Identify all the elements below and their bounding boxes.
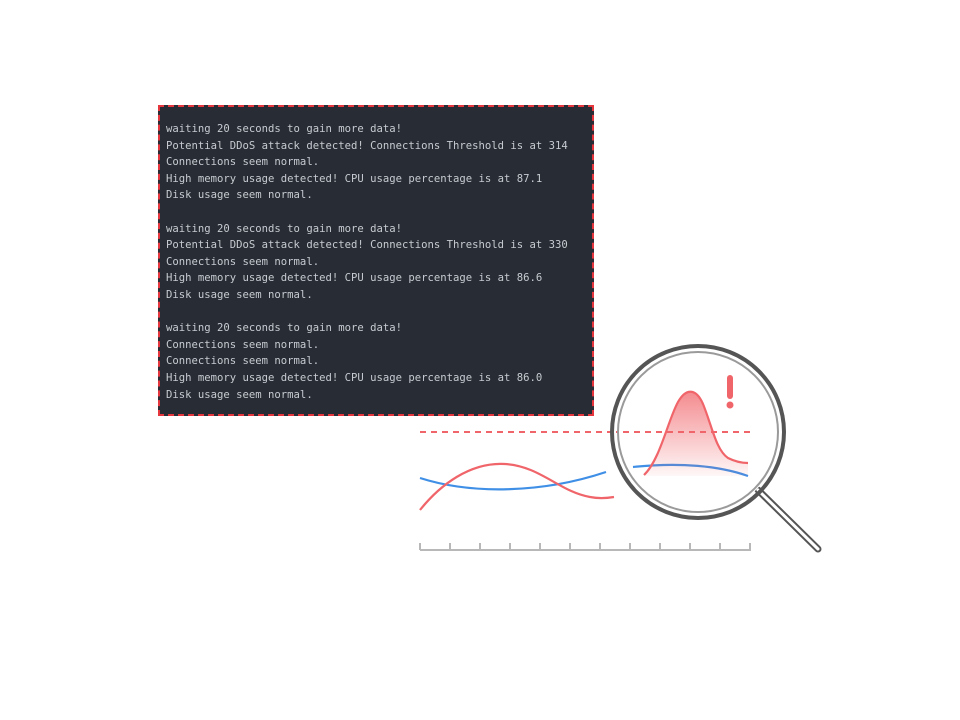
magnifying-glass-handle bbox=[754, 486, 822, 553]
magnifying-glass-lens bbox=[616, 350, 780, 514]
timeline-axis bbox=[419, 543, 751, 551]
terminal-line: waiting 20 seconds to gain more data! bbox=[166, 123, 402, 135]
terminal-line: waiting 20 seconds to gain more data! bbox=[166, 222, 402, 235]
terminal-line: Potential DDoS attack detected! Connecti… bbox=[166, 139, 568, 152]
anomaly-peak-fill bbox=[644, 391, 748, 476]
anomaly-peak-line bbox=[643, 390, 749, 476]
magnifying-glass-icon bbox=[610, 344, 786, 520]
terminal-window: waiting 20 seconds to gain more data! Po… bbox=[158, 105, 594, 416]
terminal-line: Connections seem normal. bbox=[166, 156, 320, 169]
blue-series-line bbox=[419, 470, 607, 491]
terminal-line: Connections seem normal. bbox=[166, 255, 320, 268]
exclamation-icon bbox=[726, 375, 734, 409]
terminal-line: Disk usage seem normal. bbox=[166, 288, 313, 301]
terminal-line: High memory usage detected! CPU usage pe… bbox=[166, 272, 543, 285]
terminal-line: waiting 20 seconds to gain more data! bbox=[166, 322, 402, 335]
terminal-line: Connections seem normal. bbox=[166, 355, 320, 368]
terminal-line: High memory usage detected! CPU usage pe… bbox=[166, 172, 543, 185]
terminal-line: Disk usage seem normal. bbox=[166, 388, 313, 401]
terminal-line: Disk usage seem normal. bbox=[166, 189, 313, 202]
red-series-line bbox=[419, 462, 615, 511]
terminal-line: High memory usage detected! CPU usage pe… bbox=[166, 371, 543, 384]
terminal-line: Potential DDoS attack detected! Connecti… bbox=[166, 239, 568, 252]
zoomed-blue-series-line bbox=[632, 463, 749, 478]
terminal-line: Connections seem normal. bbox=[166, 338, 320, 351]
